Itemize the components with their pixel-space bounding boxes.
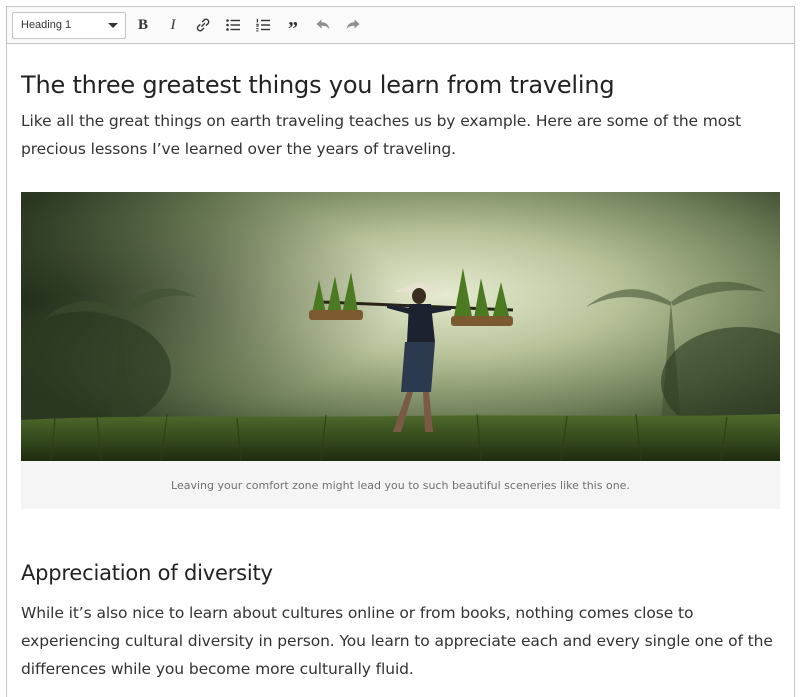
intro-paragraph: Like all the great things on earth trave… xyxy=(21,112,742,158)
document-title: The three greatest things you learn from… xyxy=(21,71,615,99)
editor-content[interactable]: The three greatest things you learn from… xyxy=(7,70,794,683)
link-button[interactable] xyxy=(190,12,216,38)
rice-farmer-photo xyxy=(21,192,780,461)
section-heading: Appreciation of diversity xyxy=(21,561,273,585)
heading-dropdown-label: Heading 1 xyxy=(21,19,72,31)
undo-icon xyxy=(316,19,330,30)
heading-dropdown[interactable]: Heading 1 xyxy=(12,11,126,39)
undo-button[interactable] xyxy=(310,12,336,38)
bold-button[interactable]: B xyxy=(130,12,156,38)
bold-icon: B xyxy=(137,16,148,33)
section-paragraph: While it’s also nice to learn about cult… xyxy=(21,604,773,678)
editor-toolbar: Heading 1 B I ” xyxy=(7,7,794,44)
quote-icon: ” xyxy=(288,17,298,40)
redo-icon xyxy=(346,19,360,30)
numbered-list-button[interactable] xyxy=(250,12,276,38)
image-figure[interactable]: Leaving your comfort zone might lead you… xyxy=(21,192,780,509)
link-icon xyxy=(196,18,210,32)
italic-button[interactable]: I xyxy=(160,12,186,38)
travel-photo[interactable] xyxy=(21,192,780,461)
bulleted-list-icon xyxy=(226,19,240,31)
italic-icon: I xyxy=(170,16,176,33)
bulleted-list-button[interactable] xyxy=(220,12,246,38)
image-caption: Leaving your comfort zone might lead you… xyxy=(171,478,630,492)
chevron-down-icon xyxy=(108,22,118,28)
redo-button[interactable] xyxy=(340,12,366,38)
block-quote-button[interactable]: ” xyxy=(280,12,306,40)
numbered-list-icon xyxy=(256,18,270,32)
rich-text-editor: Heading 1 B I ” The three greatest thing… xyxy=(6,6,795,697)
